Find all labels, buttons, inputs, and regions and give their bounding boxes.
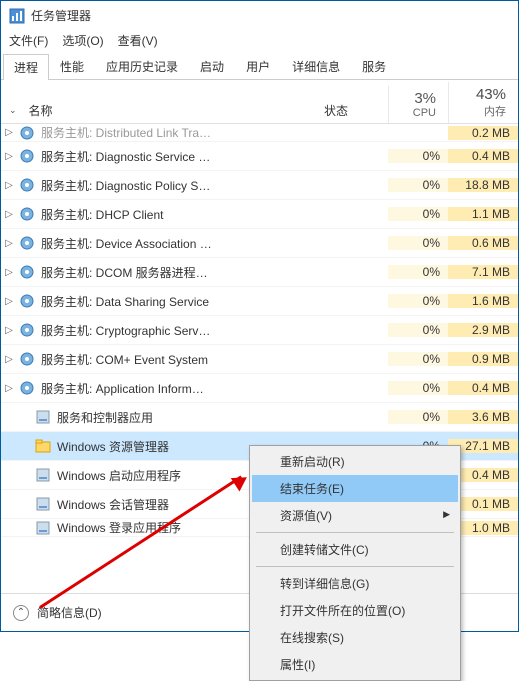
window-title: 任务管理器 xyxy=(31,7,91,24)
ctx-separator xyxy=(256,532,454,533)
column-headers: ⌄ 名称 状态 3% CPU 43% 内存 xyxy=(1,80,518,124)
col-name[interactable]: ⌄ 名称 xyxy=(1,98,316,123)
mem-value: 2.9 MB xyxy=(448,323,518,337)
process-name: 服务主机: Diagnostic Service … xyxy=(41,148,316,165)
cpu-value: 0% xyxy=(388,294,448,308)
process-icon xyxy=(35,467,51,483)
table-row[interactable]: ▷ 服务主机: Data Sharing Service 0%1.6 MB xyxy=(1,287,518,316)
brief-info-link[interactable]: 简略信息(D) xyxy=(37,604,102,621)
table-row[interactable]: ▷ 服务主机: DCOM 服务器进程… 0%7.1 MB xyxy=(1,258,518,287)
cpu-value: 0% xyxy=(388,352,448,366)
process-name: 服务和控制器应用 xyxy=(57,409,316,426)
ctx-restart[interactable]: 重新启动(R) xyxy=(252,448,458,475)
expand-icon[interactable]: ▷ xyxy=(1,238,17,249)
process-icon xyxy=(19,235,35,251)
cpu-value: 0% xyxy=(388,381,448,395)
sort-caret-icon: ⌄ xyxy=(9,105,17,116)
mem-value: 7.1 MB xyxy=(448,265,518,279)
process-icon xyxy=(19,148,35,164)
table-row[interactable]: ▷ 服务主机: Diagnostic Service … 0%0.4 MB xyxy=(1,142,518,171)
table-row[interactable]: ▷ 服务主机: DHCP Client 0%1.1 MB xyxy=(1,200,518,229)
tab-details[interactable]: 详细信息 xyxy=(281,53,351,79)
expand-icon[interactable]: ▷ xyxy=(1,267,17,278)
process-icon xyxy=(19,177,35,193)
process-icon xyxy=(19,264,35,280)
tab-performance[interactable]: 性能 xyxy=(49,53,95,79)
mem-value: 0.4 MB xyxy=(448,381,518,395)
mem-value: 3.6 MB xyxy=(448,410,518,424)
process-icon xyxy=(19,351,35,367)
ctx-open-location[interactable]: 打开文件所在的位置(O) xyxy=(252,597,458,624)
app-icon xyxy=(9,8,25,24)
ctx-separator xyxy=(256,566,454,567)
mem-value: 0.4 MB xyxy=(448,149,518,163)
mem-value: 18.8 MB xyxy=(448,178,518,192)
ctx-goto-details[interactable]: 转到详细信息(G) xyxy=(252,570,458,597)
mem-value: 0.6 MB xyxy=(448,236,518,250)
ctx-search-online[interactable]: 在线搜索(S) xyxy=(252,624,458,651)
cpu-value: 0% xyxy=(388,149,448,163)
process-name: 服务主机: DCOM 服务器进程… xyxy=(41,264,316,281)
process-name: 服务主机: Diagnostic Policy S… xyxy=(41,177,316,194)
tab-app-history[interactable]: 应用历史记录 xyxy=(95,53,189,79)
process-icon xyxy=(19,322,35,338)
process-name: 服务主机: Data Sharing Service xyxy=(41,293,316,310)
table-row[interactable]: ▷ 服务主机: Cryptographic Serv… 0%2.9 MB xyxy=(1,316,518,345)
expand-icon[interactable]: ▷ xyxy=(1,151,17,162)
process-icon xyxy=(19,380,35,396)
process-name: 服务主机: DHCP Client xyxy=(41,206,316,223)
ctx-create-dump[interactable]: 创建转储文件(C) xyxy=(252,536,458,563)
expand-icon[interactable]: ▷ xyxy=(1,354,17,365)
ctx-end-task[interactable]: 结束任务(E) xyxy=(252,475,458,502)
process-name: 服务主机: Application Inform… xyxy=(41,380,316,397)
table-row[interactable]: 服务和控制器应用 0%3.6 MB xyxy=(1,403,518,432)
expand-icon[interactable]: ▷ xyxy=(1,325,17,336)
expand-icon[interactable]: ▷ xyxy=(1,296,17,307)
expand-icon[interactable]: ▷ xyxy=(1,180,17,191)
tabs: 进程 性能 应用历史记录 启动 用户 详细信息 服务 xyxy=(1,53,518,80)
process-icon xyxy=(35,520,51,536)
col-cpu[interactable]: 3% CPU xyxy=(388,86,448,123)
tab-services[interactable]: 服务 xyxy=(351,53,397,79)
cpu-value: 0% xyxy=(388,265,448,279)
mem-value: 1.6 MB xyxy=(448,294,518,308)
col-mem[interactable]: 43% 内存 xyxy=(448,82,518,123)
col-status[interactable]: 状态 xyxy=(316,98,388,123)
cpu-value: 0% xyxy=(388,410,448,424)
process-icon xyxy=(35,438,51,454)
collapse-icon[interactable]: ⌃ xyxy=(13,605,29,621)
process-name: 服务主机: COM+ Event System xyxy=(41,351,316,368)
expand-icon[interactable]: ▷ xyxy=(1,209,17,220)
menu-file[interactable]: 文件(F) xyxy=(9,32,48,49)
cpu-value: 0% xyxy=(388,207,448,221)
process-icon xyxy=(19,206,35,222)
process-icon xyxy=(35,496,51,512)
process-name: 服务主机: Device Association … xyxy=(41,235,316,252)
cpu-value: 0% xyxy=(388,323,448,337)
cpu-value: 0% xyxy=(388,236,448,250)
titlebar: 任务管理器 xyxy=(1,1,518,30)
mem-value: 1.1 MB xyxy=(448,207,518,221)
mem-value: 0.9 MB xyxy=(448,352,518,366)
tab-processes[interactable]: 进程 xyxy=(3,54,49,80)
menu-options[interactable]: 选项(O) xyxy=(62,32,103,49)
table-row[interactable]: ▷ 服务主机: Diagnostic Policy S… 0%18.8 MB xyxy=(1,171,518,200)
menubar: 文件(F) 选项(O) 查看(V) xyxy=(1,30,518,53)
ctx-resource-values[interactable]: 资源值(V) xyxy=(252,502,458,529)
process-name: 服务主机: Cryptographic Serv… xyxy=(41,322,316,339)
menu-view[interactable]: 查看(V) xyxy=(118,32,158,49)
table-row[interactable]: ▷ 服务主机: Application Inform… 0%0.4 MB xyxy=(1,374,518,403)
cpu-value: 0% xyxy=(388,178,448,192)
table-row[interactable]: ▷ 服务主机: COM+ Event System 0%0.9 MB xyxy=(1,345,518,374)
expand-icon[interactable]: ▷ xyxy=(1,383,17,394)
table-row[interactable]: ▷ 服务主机: Device Association … 0%0.6 MB xyxy=(1,229,518,258)
process-icon xyxy=(19,293,35,309)
tab-users[interactable]: 用户 xyxy=(235,53,281,79)
tab-startup[interactable]: 启动 xyxy=(189,53,235,79)
process-icon xyxy=(35,409,51,425)
ctx-properties[interactable]: 属性(I) xyxy=(252,651,458,678)
context-menu: 重新启动(R) 结束任务(E) 资源值(V) 创建转储文件(C) 转到详细信息(… xyxy=(249,445,461,681)
